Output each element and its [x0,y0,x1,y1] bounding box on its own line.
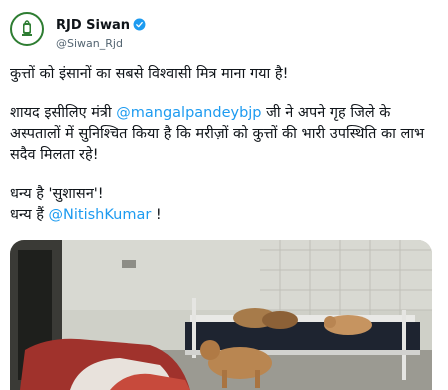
user-handle[interactable]: @Siwan_Rjd [56,37,146,50]
hospital-ward-dogs-photo [10,240,432,390]
tweet-line-5: धन्य हैं @NitishKumar ! [10,205,436,226]
tweet-media-photo[interactable] [10,240,432,390]
tweet-text-segment: ! [151,207,162,223]
avatar[interactable] [10,12,44,46]
verified-badge-icon [133,18,146,31]
rjd-lantern-logo-icon [16,18,38,40]
tweet-header: RJD Siwan @Siwan_Rjd [10,12,430,52]
mention-link-mangalpandeybjp[interactable]: @mangalpandeybjp [116,105,261,121]
tweet-text-segment: धन्य हैं [10,207,49,223]
tweet-card: RJD Siwan @Siwan_Rjd कुत्तों को इंसानों … [0,0,448,390]
tweet-text-segment: शायद इसीलिए मंत्री [10,105,117,121]
tweet-line-4: धन्य है 'सुशासन'! [10,186,104,202]
display-name[interactable]: RJD Siwan [56,18,130,33]
tweet-paragraph-2: शायद इसीलिए मंत्री @mangalpandeybjp जी न… [10,103,436,166]
mention-link-nitishkumar[interactable]: @NitishKumar [49,207,152,223]
tweet-line-1: कुत्तों को इंसानों का सबसे विश्वासी मित्… [10,66,289,82]
tweet-body: कुत्तों को इंसानों का सबसे विश्वासी मित्… [10,64,436,226]
